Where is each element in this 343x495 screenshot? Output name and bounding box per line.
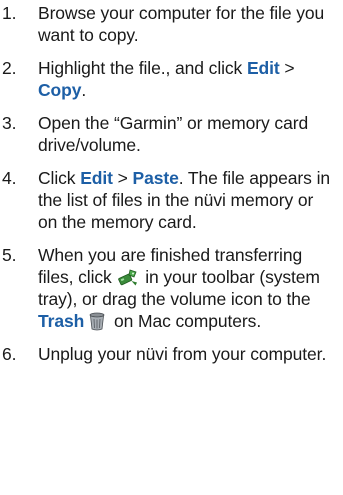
trash-can-icon [88, 311, 106, 331]
menu-command-edit: Edit [246, 58, 280, 78]
menu-command-copy: Copy [38, 80, 82, 100]
step-number: 3. [2, 113, 17, 133]
safely-remove-hardware-icon [118, 267, 138, 287]
step-number: 2. [2, 58, 17, 78]
step-text: Click [38, 168, 81, 188]
step-text-end: on Mac computers. [109, 311, 262, 331]
trash-label: Trash [38, 311, 85, 331]
step-6: 6. Unplug your nüvi from your computer. [0, 343, 337, 365]
menu-separator: > [112, 168, 133, 188]
step-list: 1. Browse your computer for the file you… [0, 2, 337, 365]
step-number: 6. [2, 344, 17, 364]
step-1: 1. Browse your computer for the file you… [0, 2, 337, 46]
step-number: 1. [2, 3, 17, 23]
step-text: Unplug your nüvi from your computer. [38, 344, 327, 364]
step-number: 5. [2, 245, 17, 265]
step-text: Open the “Garmin” or memory card drive/v… [38, 113, 309, 155]
instructions-document: 1. Browse your computer for the file you… [0, 0, 343, 495]
step-text: Highlight the file., and click [38, 58, 247, 78]
step-3: 3. Open the “Garmin” or memory card driv… [0, 112, 337, 156]
step-5: 5. When you are finished transferring fi… [0, 244, 337, 332]
menu-command-edit: Edit [80, 168, 113, 188]
menu-command-paste: Paste [132, 168, 179, 188]
menu-separator: > [279, 58, 295, 78]
step-number: 4. [2, 168, 17, 188]
step-text: Browse your computer for the file you wa… [38, 3, 325, 45]
step-2: 2. Highlight the file., and click Edit >… [0, 57, 337, 101]
step-4: 4. Click Edit > Paste. The file appears … [0, 167, 337, 233]
step-text-end: . [81, 80, 87, 100]
